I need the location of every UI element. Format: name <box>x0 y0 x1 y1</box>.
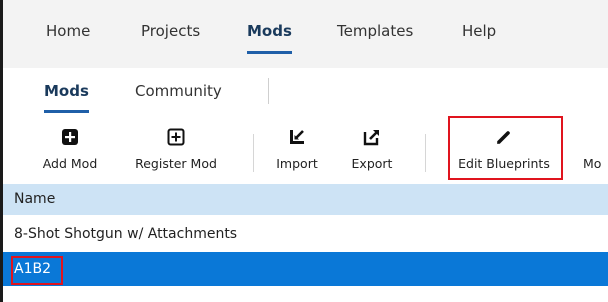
selected-row-highlight <box>11 256 63 285</box>
import-icon <box>290 130 304 144</box>
plus-square-icon <box>62 129 78 145</box>
tab-home-label: Home <box>46 22 91 40</box>
tab-projects-label: Projects <box>141 22 201 40</box>
more-button[interactable]: Mo <box>583 116 608 184</box>
tab-mods-label: Mods <box>247 22 292 40</box>
column-header-name[interactable]: Name <box>3 184 608 215</box>
tab-mods-underline <box>247 51 292 54</box>
add-mod-label: Add Mod <box>42 156 98 171</box>
export-icon <box>363 130 379 146</box>
toolbar: Add Mod Register Mod Import Export Edit … <box>3 116 608 184</box>
import-label: Import <box>276 156 318 171</box>
export-button[interactable]: Export <box>342 116 402 184</box>
plus-box-icon <box>167 128 185 146</box>
tab-help-label: Help <box>462 22 497 40</box>
main-tab-bar: Home Projects Mods Templates Help <box>3 0 608 68</box>
export-label: Export <box>351 156 393 171</box>
subtab-separator <box>268 78 269 104</box>
import-button[interactable]: Import <box>267 116 327 184</box>
toolbar-separator <box>425 134 426 172</box>
subtab-mods-underline <box>44 110 89 113</box>
tab-projects[interactable]: Projects <box>141 22 200 40</box>
column-header-label: Name <box>14 191 56 207</box>
sub-tab-bar: Mods Community <box>3 68 608 117</box>
tab-mods[interactable]: Mods <box>247 22 292 54</box>
tab-help[interactable]: Help <box>462 22 496 40</box>
table-row-selected[interactable]: A1B2 <box>3 252 608 286</box>
tab-home[interactable]: Home <box>46 22 90 40</box>
edit-blueprints-highlight <box>448 116 563 180</box>
subtab-community-label: Community <box>135 82 222 100</box>
tab-templates[interactable]: Templates <box>337 22 413 40</box>
add-mod-button[interactable]: Add Mod <box>40 116 100 184</box>
subtab-mods[interactable]: Mods <box>44 82 89 113</box>
row-name: 8-Shot Shotgun w/ Attachments <box>14 226 238 242</box>
register-mod-button[interactable]: Register Mod <box>126 116 226 184</box>
toolbar-separator <box>253 134 254 172</box>
more-label: Mo <box>583 156 602 171</box>
subtab-mods-label: Mods <box>44 82 89 100</box>
table-row[interactable]: 8-Shot Shotgun w/ Attachments <box>3 217 608 251</box>
tab-templates-label: Templates <box>337 22 414 40</box>
subtab-community[interactable]: Community <box>135 82 222 100</box>
register-mod-label: Register Mod <box>135 156 217 171</box>
